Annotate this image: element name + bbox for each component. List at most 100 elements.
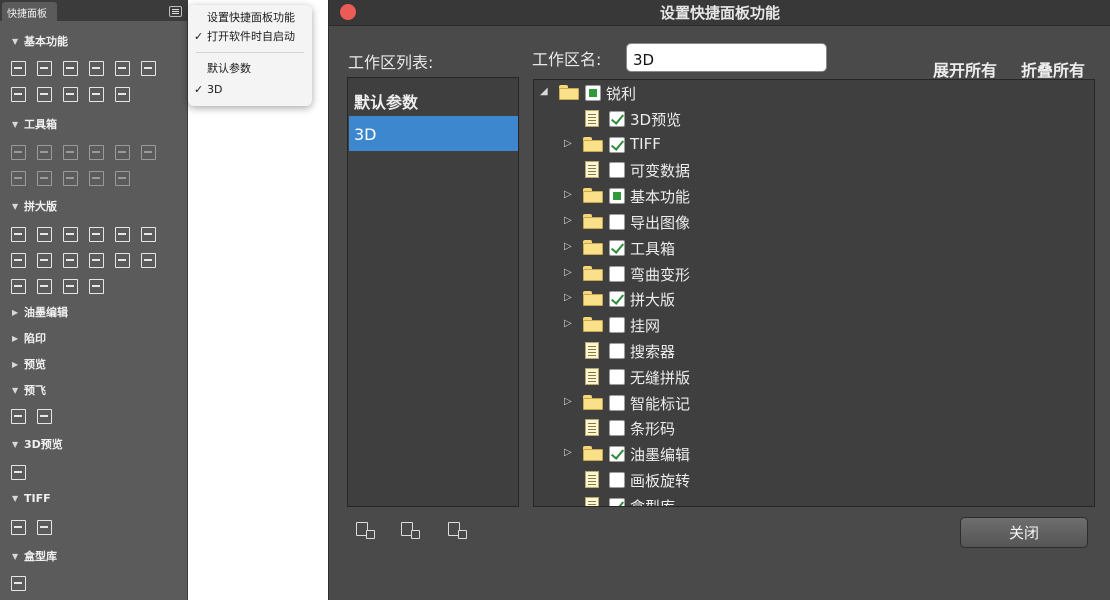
tree-checkbox[interactable] [609,394,625,411]
tool-icon[interactable] [8,276,29,297]
panel-section-header[interactable]: ▼ 3D预览 [12,436,63,456]
tree-checkbox[interactable] [609,420,625,437]
collapsed-arrow-icon[interactable]: ▷ [564,447,574,459]
tool-icon[interactable] [60,84,81,105]
tree-row[interactable]: 无缝拼版 [534,364,1094,390]
quick-panel-tab[interactable]: 快捷面板 [2,2,57,21]
tree-row[interactable]: ▷ 拼大版 [534,286,1094,312]
tool-icon[interactable] [60,276,81,297]
workspace-item-default[interactable]: 默认参数 [349,80,518,115]
tree-row[interactable]: ▷ 智能标记 [534,390,1094,416]
tool-icon[interactable] [8,168,29,189]
panel-section-header[interactable]: ▼ 基本功能 [12,33,68,53]
tree-row[interactable]: 盒型库 [534,493,1094,506]
tree-row[interactable]: ▷ 工具箱 [534,235,1094,261]
collapsed-arrow-icon[interactable]: ▷ [564,138,574,150]
tree-row[interactable]: ◢ 锐利 [534,80,1094,106]
tool-icon[interactable] [112,58,133,79]
tool-icon[interactable] [112,224,133,245]
expanded-arrow-icon[interactable]: ◢ [540,86,550,98]
tree-checkbox[interactable] [609,214,625,230]
delete-workspace-icon[interactable] [354,520,376,540]
tree-row[interactable]: 画板旋转 [534,467,1094,493]
tool-icon[interactable] [138,224,159,245]
panel-section-header[interactable]: ▶ 陷印 [12,330,46,350]
tree-checkbox[interactable] [609,265,625,282]
tree-row[interactable]: ▷ 导出图像 [534,209,1094,235]
tool-icon[interactable] [138,142,159,163]
menu-item-workspace-3d[interactable]: ✓ 3D [188,80,312,100]
tool-icon[interactable] [34,250,55,271]
close-button[interactable]: 关闭 [960,517,1088,548]
tool-icon[interactable] [112,250,133,271]
tool-icon[interactable] [112,142,133,163]
tool-icon[interactable] [8,224,29,245]
tree-row[interactable]: 可变数据 [534,157,1094,183]
tree-checkbox[interactable] [609,368,625,385]
tool-icon[interactable] [60,224,81,245]
tool-icon[interactable] [86,276,107,297]
tool-icon[interactable] [8,573,29,594]
panel-section-header[interactable]: ▼ 预飞 [12,382,46,402]
tool-icon[interactable] [86,250,107,271]
tree-checkbox[interactable] [609,239,625,256]
panel-section-header[interactable]: ▼ 拼大版 [12,198,57,218]
tree-checkbox[interactable] [609,291,625,308]
collapsed-arrow-icon[interactable]: ▷ [564,241,574,253]
tool-icon[interactable] [8,517,29,538]
panel-section-header[interactable]: ▼ 工具箱 [12,116,57,136]
workspace-name-input[interactable] [626,43,827,72]
tool-icon[interactable] [34,517,55,538]
menu-item-configure[interactable]: 设置快捷面板功能 [188,8,312,28]
menu-item-autostart[interactable]: ✓ 打开软件时自启动 [188,27,312,47]
add-workspace-icon[interactable] [399,520,421,540]
tool-icon[interactable] [138,250,159,271]
tool-icon[interactable] [34,84,55,105]
tool-icon[interactable] [86,84,107,105]
panel-section-header[interactable]: ▶ 油墨编辑 [12,304,68,324]
panel-menu-icon[interactable] [169,6,182,17]
collapsed-arrow-icon[interactable]: ▷ [564,267,574,279]
tree-checkbox[interactable] [609,343,625,359]
copy-workspace-icon[interactable] [446,520,468,540]
tree-checkbox[interactable] [609,188,625,205]
collapsed-arrow-icon[interactable]: ▷ [564,189,574,201]
tree-row[interactable]: 条形码 [534,415,1094,441]
tool-icon[interactable] [8,250,29,271]
tool-icon[interactable] [8,142,29,163]
collapsed-arrow-icon[interactable]: ▷ [564,292,574,304]
tree-checkbox[interactable] [609,497,625,506]
collapsed-arrow-icon[interactable]: ▷ [564,215,574,227]
tool-icon[interactable] [8,406,29,427]
menu-item-workspace-default[interactable]: 默认参数 [188,59,312,79]
tool-icon[interactable] [86,168,107,189]
tree-row[interactable]: 搜索器 [534,338,1094,364]
tree-checkbox[interactable] [585,85,601,101]
tree-checkbox[interactable] [609,317,625,334]
tree-row[interactable]: ▷ 弯曲变形 [534,261,1094,287]
tool-icon[interactable] [60,250,81,271]
tool-icon[interactable] [86,58,107,79]
tool-icon[interactable] [34,168,55,189]
panel-section-header[interactable]: ▼ 盒型库 [12,548,57,568]
tool-icon[interactable] [34,406,55,427]
collapsed-arrow-icon[interactable]: ▷ [564,318,574,330]
collapsed-arrow-icon[interactable]: ▷ [564,396,574,408]
tree-checkbox[interactable] [609,162,625,179]
tool-icon[interactable] [34,276,55,297]
tool-icon[interactable] [8,84,29,105]
panel-section-header[interactable]: ▶ 预览 [12,356,46,376]
tool-icon[interactable] [60,58,81,79]
tree-row[interactable]: ▷ 基本功能 [534,183,1094,209]
collapse-all-button[interactable]: 折叠所有 [1021,57,1085,81]
tool-icon[interactable] [112,168,133,189]
tool-icon[interactable] [112,84,133,105]
tree-row[interactable]: 3D预览 [534,106,1094,132]
tree-row[interactable]: ▷ 挂网 [534,312,1094,338]
tool-icon[interactable] [138,58,159,79]
tool-icon[interactable] [8,462,29,483]
tool-icon[interactable] [60,142,81,163]
tree-row[interactable]: ▷ 油墨编辑 [534,441,1094,467]
tool-icon[interactable] [34,224,55,245]
tool-icon[interactable] [34,58,55,79]
